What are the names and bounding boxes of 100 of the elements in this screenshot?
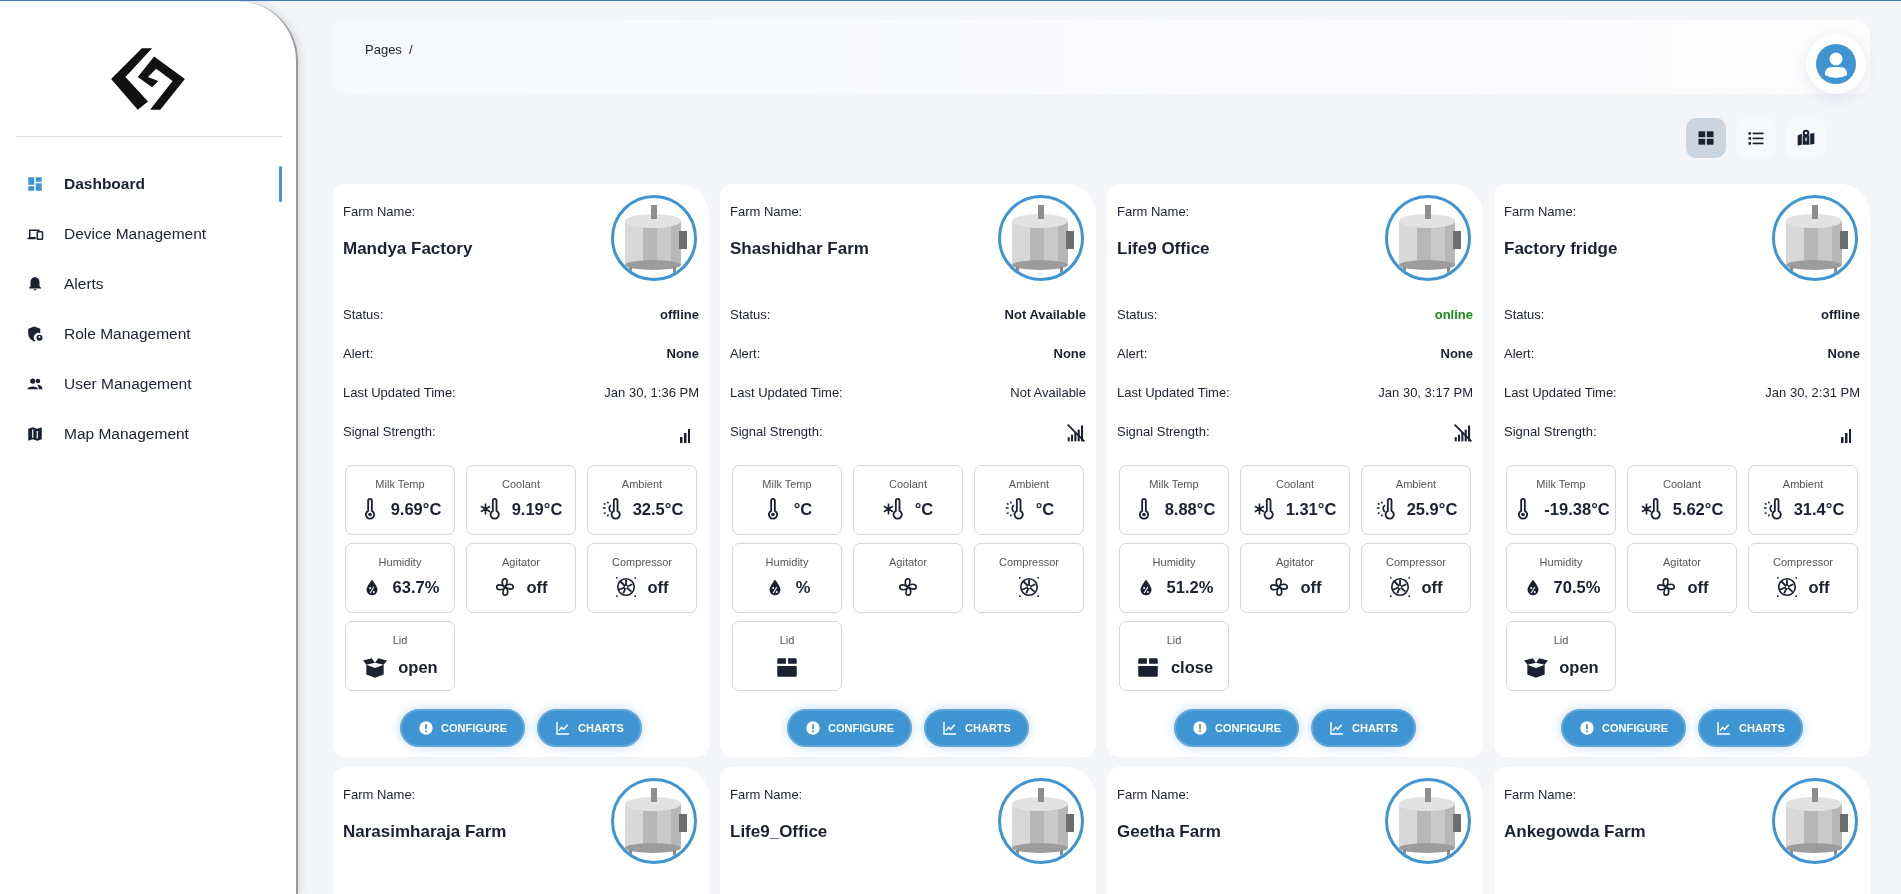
detail-label: Signal Strength: (343, 424, 436, 439)
detail-label: Signal Strength: (1117, 424, 1210, 439)
sidebar-item[interactable]: Device Management (0, 209, 296, 259)
breadcrumb[interactable]: Pages / (365, 42, 413, 57)
sensor-value: °C (793, 499, 813, 519)
sensor-value: % (795, 577, 811, 597)
sensor-label: Compressor (999, 556, 1059, 568)
view-toggle-button[interactable] (1686, 118, 1726, 158)
detail-label: Alert: (1117, 346, 1148, 361)
sensor-label: Agitator (889, 556, 927, 568)
sensor-value: 25.9°C (1406, 499, 1458, 519)
sensor-label: Ambient (621, 478, 663, 490)
sensor-label: Coolant (889, 478, 927, 490)
sensor-label: Compressor (1386, 556, 1446, 568)
sensor-label: Humidity (378, 556, 422, 568)
shield-icon (26, 325, 44, 343)
farm-name: Narasimharaja Farm (343, 822, 507, 842)
sensor-value: open (1559, 657, 1599, 677)
sensor-value: 8.88°C (1164, 499, 1216, 519)
sensor-label: Humidity (765, 556, 809, 568)
sensor-value: °C (914, 499, 934, 519)
charts-button[interactable]: CHARTS (537, 709, 642, 747)
snowflake-thermometer-icon (882, 498, 905, 520)
sensor-label: Compressor (1773, 556, 1833, 568)
updated-time-value: Jan 30, 3:17 PM (1378, 385, 1473, 400)
farm-name: Shashidhar Farm (730, 239, 869, 259)
alert-circle-icon (1192, 720, 1209, 736)
detail-label: Status: (1117, 307, 1158, 322)
farm-name: Mandya Factory (343, 239, 473, 259)
sensor-label: Agitator (1276, 556, 1314, 568)
detail-label: Last Updated Time: (1504, 385, 1617, 400)
sidebar-item[interactable]: Role Management (0, 309, 296, 359)
sensor-label: Ambient (1395, 478, 1437, 490)
sun-thermometer-icon (1761, 498, 1784, 520)
alert-value: None (666, 346, 699, 361)
configure-button[interactable]: CONFIGURE (400, 709, 526, 747)
sensor-value: off (1421, 577, 1443, 597)
detail-label: Last Updated Time: (1117, 385, 1230, 400)
charts-button[interactable]: CHARTS (1311, 709, 1416, 747)
compressor-fan-icon (1018, 576, 1040, 598)
sun-thermometer-icon (1003, 498, 1026, 520)
detail-label: Alert: (1504, 346, 1535, 361)
map-icon (26, 425, 44, 443)
snowflake-thermometer-icon (1253, 498, 1276, 520)
detail-label: Signal Strength: (1504, 424, 1597, 439)
charts-button[interactable]: CHARTS (924, 709, 1029, 747)
sensor-value: 5.62°C (1672, 499, 1724, 519)
sidebar-item[interactable]: Dashboard (0, 159, 296, 209)
alert-value: None (1440, 346, 1473, 361)
detail-label: Last Updated Time: (730, 385, 843, 400)
farm-name-label: Farm Name: (1117, 204, 1191, 219)
line-chart-icon (555, 720, 572, 736)
line-chart-icon (942, 720, 959, 736)
sensor-label: Lid (779, 634, 795, 646)
sensor-label: Milk Temp (1536, 478, 1586, 490)
sensor-value: off (1808, 577, 1830, 597)
sensor-value: 32.5°C (632, 499, 684, 519)
detail-label: Alert: (730, 346, 761, 361)
detail-label: Alert: (343, 346, 374, 361)
sensor-label: Coolant (1663, 478, 1701, 490)
sun-thermometer-icon (1374, 498, 1397, 520)
detail-label: Last Updated Time: (343, 385, 456, 400)
sensor-value: off (526, 577, 548, 597)
sensor-value: °C (1035, 499, 1055, 519)
active-indicator (279, 166, 282, 202)
sensor-value: 51.2% (1166, 577, 1214, 597)
farm-name-label: Farm Name: (730, 204, 804, 219)
compressor-fan-icon (1389, 576, 1412, 598)
line-chart-icon (1716, 720, 1733, 736)
compressor-fan-icon (615, 576, 638, 598)
sensor-label: Milk Temp (1149, 478, 1199, 490)
alert-circle-icon (1579, 720, 1596, 736)
sensor-value: 63.7% (392, 577, 440, 597)
compressor-fan-icon (1776, 576, 1799, 598)
sidebar-item[interactable]: User Management (0, 359, 296, 409)
detail-label: Status: (343, 307, 384, 322)
status-value: offline (1821, 307, 1860, 322)
charts-button[interactable]: CHARTS (1698, 709, 1803, 747)
alert-value: None (1827, 346, 1860, 361)
sensor-label: Lid (1166, 634, 1182, 646)
alert-value: None (1053, 346, 1086, 361)
sensor-label: Humidity (1152, 556, 1196, 568)
sensor-label: Milk Temp (762, 478, 812, 490)
sensor-label: Lid (1553, 634, 1569, 646)
sensor-value: 9.69°C (390, 499, 442, 519)
updated-time-value: Jan 30, 1:36 PM (604, 385, 699, 400)
configure-button[interactable]: CONFIGURE (787, 709, 913, 747)
sensor-value: -19.38°C (1544, 499, 1610, 519)
sensor-value: 70.5% (1553, 577, 1601, 597)
bell-icon (26, 275, 44, 293)
configure-button[interactable]: CONFIGURE (1174, 709, 1300, 747)
sensor-value: 9.19°C (511, 499, 563, 519)
sensor-label: Milk Temp (375, 478, 425, 490)
sidebar-item[interactable]: Alerts (0, 259, 296, 309)
sensor-label: Coolant (502, 478, 540, 490)
detail-label: Status: (730, 307, 771, 322)
farm-name-label: Farm Name: (343, 204, 417, 219)
configure-button[interactable]: CONFIGURE (1561, 709, 1687, 747)
sensor-value: close (1170, 657, 1214, 677)
sidebar-item[interactable]: Map Management (0, 409, 296, 459)
